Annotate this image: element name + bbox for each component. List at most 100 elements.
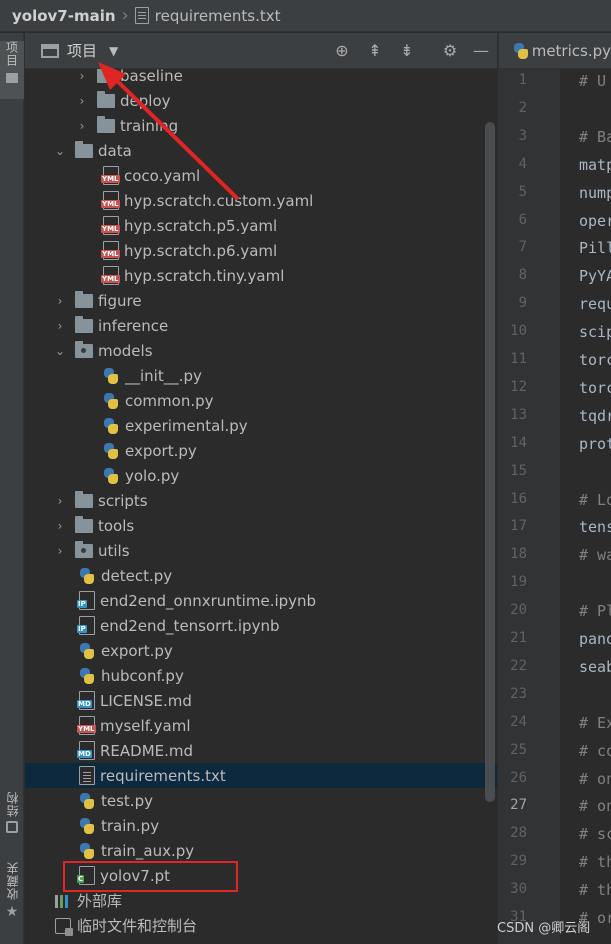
expand-all-icon[interactable]: ⇞: [366, 42, 384, 60]
tree-item[interactable]: › scripts: [25, 488, 497, 513]
tree-item[interactable]: requirements.txt: [25, 763, 497, 788]
locate-icon[interactable]: ⊕: [333, 42, 351, 60]
python-file-icon: [103, 367, 119, 384]
tree-item-label: end2end_onnxruntime.ipynb: [100, 591, 317, 610]
tree-item[interactable]: experimental.py: [25, 413, 497, 438]
python-file-icon: [103, 392, 119, 409]
tree-item[interactable]: MD LICENSE.md: [25, 688, 497, 713]
tree-item[interactable]: ⌄ models: [25, 338, 497, 363]
chevron-right-icon[interactable]: ›: [53, 294, 67, 308]
tree-item[interactable]: › figure: [25, 288, 497, 313]
tree-item[interactable]: YML hyp.scratch.p6.yaml: [25, 238, 497, 263]
tree-item[interactable]: export.py: [25, 638, 497, 663]
tree-item[interactable]: › utils: [25, 538, 497, 563]
chevron-right-icon[interactable]: ›: [53, 544, 67, 558]
chevron-right-icon[interactable]: ›: [53, 319, 67, 333]
project-view-icon: [41, 43, 59, 58]
chevron-right-icon[interactable]: ›: [53, 519, 67, 533]
notebook-file-icon: IP: [77, 616, 95, 635]
yaml-file-icon: YML: [101, 241, 120, 260]
line-number: 26: [510, 769, 527, 786]
chevron-right-icon[interactable]: ›: [75, 94, 89, 108]
minimize-icon[interactable]: —: [472, 42, 490, 60]
tree-item[interactable]: common.py: [25, 388, 497, 413]
scratch-console-icon: [55, 917, 73, 936]
structure-tool-tab[interactable]: 结构: [0, 791, 24, 851]
tree-item[interactable]: hubconf.py: [25, 663, 497, 688]
yaml-file-icon: YML: [101, 191, 120, 210]
line-number: 18: [510, 546, 527, 563]
tree-item[interactable]: YML hyp.scratch.p5.yaml: [25, 213, 497, 238]
star-icon: ★: [5, 904, 19, 920]
tree-item[interactable]: › tools: [25, 513, 497, 538]
tree-item[interactable]: YML hyp.scratch.custom.yaml: [25, 188, 497, 213]
line-number: 21: [510, 630, 527, 646]
code-line: torc: [579, 378, 611, 397]
chevron-right-icon[interactable]: ›: [53, 494, 67, 508]
tree-item[interactable]: export.py: [25, 438, 497, 463]
tree-item[interactable]: MD README.md: [25, 738, 497, 763]
tree-item[interactable]: detect.py: [25, 563, 497, 588]
tree-item[interactable]: YML myself.yaml: [25, 713, 497, 738]
project-tool-tab[interactable]: 项目: [0, 41, 24, 99]
chevron-right-icon[interactable]: ›: [75, 119, 89, 133]
tree-item[interactable]: IP end2end_tensorrt.ipynb: [25, 613, 497, 638]
tree-item[interactable]: › baseline: [25, 69, 497, 88]
collapse-all-icon[interactable]: ⇟: [398, 42, 416, 60]
project-panel-title[interactable]: 项目: [67, 40, 97, 61]
tree-item[interactable]: IP end2end_onnxruntime.ipynb: [25, 588, 497, 613]
tree-item-label: yolo.py: [125, 466, 180, 485]
tree-item[interactable]: train_aux.py: [25, 838, 497, 863]
tree-item[interactable]: ⌄ data: [25, 138, 497, 163]
tool-window-stripe: 项目 结构 收藏夹 ★: [0, 33, 24, 944]
tree-item-label: tools: [98, 516, 135, 535]
tree-item-label: export.py: [125, 441, 197, 460]
tree-item[interactable]: yolo.py: [25, 463, 497, 488]
tree-item[interactable]: 临时文件和控制台: [25, 913, 497, 938]
code-line: oper: [579, 211, 611, 230]
tree-item[interactable]: YML hyp.scratch.tiny.yaml: [25, 263, 497, 288]
breadcrumb-file[interactable]: requirements.txt: [155, 7, 281, 25]
favorites-tool-tab[interactable]: 收藏夹 ★: [0, 861, 24, 931]
line-number: 20: [510, 602, 527, 619]
tree-item-label: train_aux.py: [101, 841, 195, 860]
breadcrumb-project[interactable]: yolov7-main: [12, 7, 116, 25]
yaml-file-icon: YML: [101, 216, 120, 235]
tree-item[interactable]: YML coco.yaml: [25, 163, 497, 188]
library-icon: [55, 894, 71, 908]
yaml-file-icon: YML: [77, 716, 96, 735]
tree-item-label: hyp.scratch.p6.yaml: [124, 241, 278, 260]
tree-item[interactable]: › deploy: [25, 88, 497, 113]
tree-item[interactable]: __init__.py: [25, 363, 497, 388]
tree-item-label: 外部库: [77, 892, 123, 910]
line-number: 23: [510, 685, 527, 702]
tree-item[interactable]: › training: [25, 113, 497, 138]
python-file-icon: [79, 567, 95, 584]
tree-item-label: hubconf.py: [101, 666, 184, 685]
line-number: 16: [510, 490, 527, 507]
chevron-right-icon: ›: [121, 5, 129, 26]
python-file-icon: [513, 42, 528, 59]
chevron-down-icon[interactable]: ▼: [109, 44, 118, 58]
line-number: 1: [518, 72, 527, 88]
chevron-down-icon[interactable]: ⌄: [53, 344, 67, 358]
code-line: Pill: [579, 239, 611, 258]
tree-item-label: myself.yaml: [100, 716, 191, 735]
line-number: 5: [518, 183, 527, 200]
chevron-down-icon[interactable]: ⌄: [53, 144, 67, 158]
code-line: prot: [579, 434, 611, 453]
tree-item-label: hyp.scratch.tiny.yaml: [124, 266, 285, 285]
package-icon: [75, 340, 93, 358]
chevron-right-icon[interactable]: ›: [75, 69, 89, 83]
tree-scrollbar[interactable]: [485, 122, 495, 802]
gear-icon[interactable]: ⚙: [441, 42, 459, 60]
tree-item[interactable]: test.py: [25, 788, 497, 813]
tree-item[interactable]: › inference: [25, 313, 497, 338]
tab-metrics-py[interactable]: metrics.py: [532, 42, 611, 60]
tree-item-label: test.py: [101, 791, 153, 810]
line-number: 8: [518, 267, 527, 284]
tree-item[interactable]: train.py: [25, 813, 497, 838]
tree-item-label: figure: [98, 291, 142, 310]
tree-item-label: utils: [98, 541, 130, 560]
code-editor[interactable]: # U # Ba matp nump oper Pill PyYA requ scip torc t…: [560, 69, 611, 944]
